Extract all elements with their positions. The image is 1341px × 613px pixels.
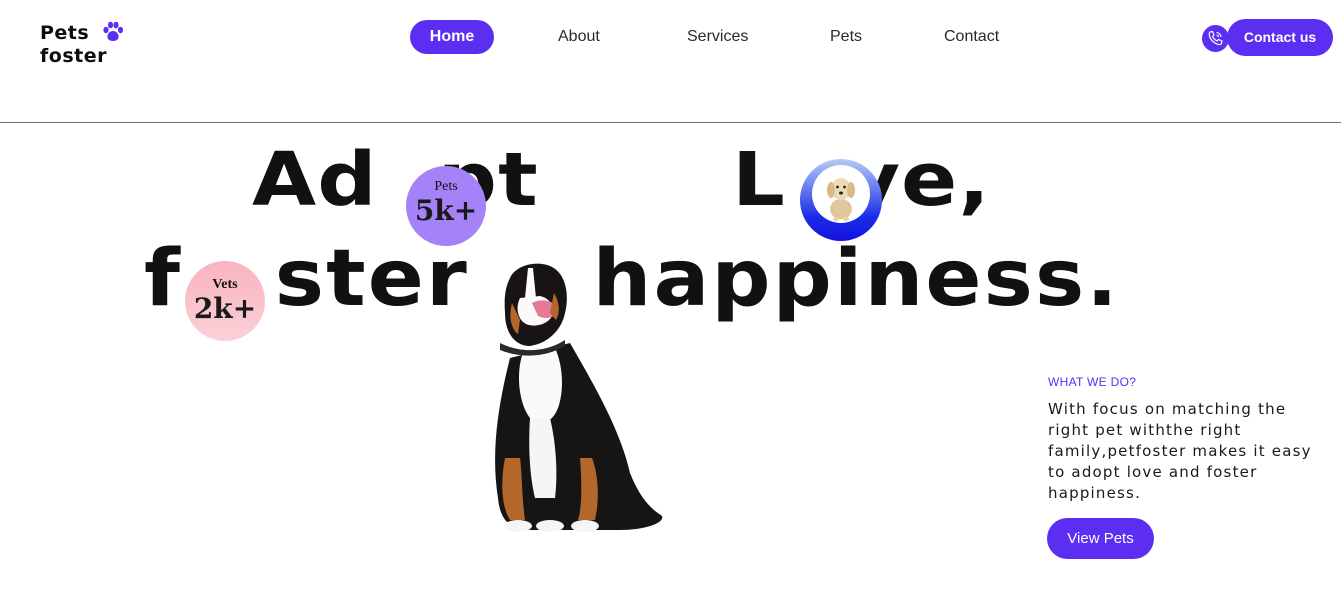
- paw-icon: [103, 21, 124, 41]
- what-we-do-label: WHAT WE DO?: [1048, 375, 1137, 389]
- logo[interactable]: Pets foster: [40, 21, 124, 68]
- description-text: With focus on matching the right pet wit…: [1048, 400, 1312, 502]
- vets-badge-value: 2k+: [193, 292, 257, 325]
- nav-pets[interactable]: Pets: [830, 20, 862, 54]
- logo-line-2: foster: [40, 45, 107, 67]
- nav-contact[interactable]: Contact: [944, 20, 999, 54]
- logo-line-1: Pets: [40, 22, 90, 44]
- pets-badge-label: Pets: [434, 179, 458, 194]
- headline-adopt: Ad pt: [252, 137, 539, 223]
- header-divider: [0, 122, 1341, 123]
- nav-home[interactable]: Home: [410, 20, 494, 54]
- pets-count-badge: Pets 5k+: [406, 166, 486, 246]
- vets-badge-label: Vets: [212, 277, 238, 292]
- vets-count-badge: Vets 2k+: [185, 261, 265, 341]
- pets-badge-value: 5k+: [414, 194, 478, 227]
- love-circle: [800, 159, 882, 241]
- phone-icon[interactable]: [1202, 25, 1229, 52]
- dog-image: [470, 258, 670, 538]
- contact-us-button[interactable]: Contact us: [1227, 19, 1333, 56]
- view-pets-button[interactable]: View Pets: [1047, 518, 1154, 559]
- nav-services[interactable]: Services: [687, 20, 748, 54]
- puppy-image: [812, 165, 870, 223]
- nav-about[interactable]: About: [558, 20, 600, 54]
